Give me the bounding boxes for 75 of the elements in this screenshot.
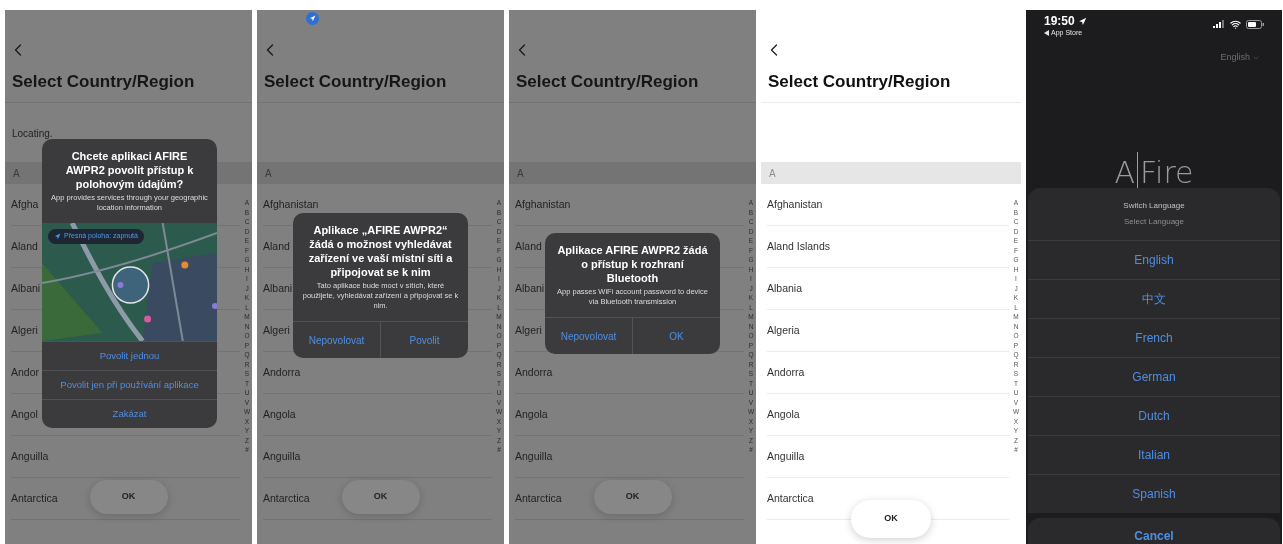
country-name[interactable]: Algeri xyxy=(515,322,542,339)
country-name[interactable]: Angola xyxy=(263,406,296,423)
dialog-button[interactable]: Povolit xyxy=(380,322,468,358)
language-option[interactable]: Italian xyxy=(1028,435,1280,474)
country-name[interactable]: Afghanistan xyxy=(515,196,571,213)
country-name[interactable]: Aland xyxy=(515,238,542,255)
country-name[interactable]: Anguilla xyxy=(263,448,301,465)
country-name[interactable]: Antarctica xyxy=(263,490,310,507)
country-name[interactable]: Algeri xyxy=(263,322,290,339)
page-title: Select Country/Region xyxy=(11,71,195,94)
logo: A Fire xyxy=(1114,152,1194,188)
country-name[interactable]: Aland xyxy=(263,238,290,255)
country-name[interactable]: Anguilla xyxy=(11,448,49,465)
language-option[interactable]: Dutch xyxy=(1028,396,1280,435)
chevron-down-icon xyxy=(1252,54,1260,62)
section-letter: A xyxy=(13,166,20,181)
sheet-subtitle: Select Language xyxy=(1123,216,1185,228)
dialog-button[interactable]: Povolit jednou xyxy=(42,341,217,370)
locating-status: Locating. xyxy=(12,128,53,139)
section-letter: A xyxy=(769,166,776,181)
country-name[interactable]: Anguilla xyxy=(767,448,805,465)
language-option[interactable]: German xyxy=(1028,357,1280,396)
country-name[interactable]: Andorra xyxy=(515,364,553,381)
country-name[interactable]: Angola xyxy=(515,406,548,423)
country-name[interactable]: Albani xyxy=(515,280,545,297)
dialog-button[interactable]: Nepovolovat xyxy=(293,322,380,358)
ok-button[interactable]: OK xyxy=(89,480,168,514)
section-letter: A xyxy=(265,166,272,181)
ok-button[interactable]: OK xyxy=(851,500,931,538)
country-name[interactable]: Afgha xyxy=(11,196,39,213)
battery-icon xyxy=(1246,19,1264,29)
dialog-button[interactable]: Zakázat xyxy=(42,399,217,428)
country-name[interactable]: Andorra xyxy=(767,364,805,381)
country-name[interactable]: Angola xyxy=(767,406,800,423)
dialog-button[interactable]: Povolit jen při používání aplikace xyxy=(42,370,217,399)
language-dropdown[interactable]: English xyxy=(1220,51,1260,65)
location-arrow-icon xyxy=(1077,16,1087,26)
ok-button[interactable]: OK xyxy=(341,480,420,514)
country-name[interactable]: Andorra xyxy=(263,364,301,381)
dialog-title: Chcete aplikaci AFIRE AWPR2 povolit přístup k polohovým údajům? xyxy=(64,149,195,191)
country-name[interactable]: Algeria xyxy=(767,322,800,339)
language-option[interactable]: English xyxy=(1028,240,1280,279)
signal-icon xyxy=(1213,20,1225,28)
dialog-button[interactable]: Nepovolovat xyxy=(545,318,632,354)
page-title: Select Country/Region xyxy=(515,71,699,94)
country-name[interactable]: Andor xyxy=(11,364,40,381)
wifi-icon xyxy=(1230,18,1241,30)
country-name[interactable]: Angol xyxy=(11,406,38,423)
location-arrow-icon xyxy=(54,232,61,240)
language-option[interactable]: French xyxy=(1028,318,1280,357)
country-name[interactable]: Algeri xyxy=(11,322,38,339)
country-name[interactable]: Anguilla xyxy=(515,448,553,465)
country-name[interactable]: Antarctica xyxy=(767,490,814,507)
dialog-title: Aplikace AFIRE AWPR2 žádá o přístup k rozhraní Bluetooth xyxy=(556,243,709,285)
cancel-button[interactable]: Cancel xyxy=(1028,518,1280,544)
country-name[interactable]: Antarctica xyxy=(11,490,58,507)
country-name[interactable]: Afghanistan xyxy=(263,196,319,213)
status-time: 19:50 xyxy=(1044,14,1075,28)
sheet-title: Switch Language xyxy=(1123,200,1185,212)
language-option[interactable]: 中文 xyxy=(1028,279,1280,318)
country-name[interactable]: Antarctica xyxy=(515,490,562,507)
language-option[interactable]: Spanish xyxy=(1028,474,1280,513)
ok-button[interactable]: OK xyxy=(593,480,672,514)
country-name[interactable]: Afghanistan xyxy=(767,196,823,213)
page-title: Select Country/Region xyxy=(263,71,447,94)
section-letter: A xyxy=(517,166,524,181)
dialog-title: Aplikace „AFIRE AWPR2“ žádá o možnost vyhledávat zařízení ve vaší místní síti a připojovat se k nim xyxy=(307,223,454,279)
country-name[interactable]: Albania xyxy=(767,280,803,297)
dialog-button[interactable]: OK xyxy=(632,318,720,354)
back-triangle-icon xyxy=(1044,29,1049,36)
country-name[interactable]: Albani xyxy=(11,280,41,297)
country-name[interactable]: Albani xyxy=(263,280,293,297)
country-name[interactable]: Aland Islands xyxy=(767,238,831,255)
page-title: Select Country/Region xyxy=(767,71,951,94)
country-name[interactable]: Aland xyxy=(11,238,38,255)
